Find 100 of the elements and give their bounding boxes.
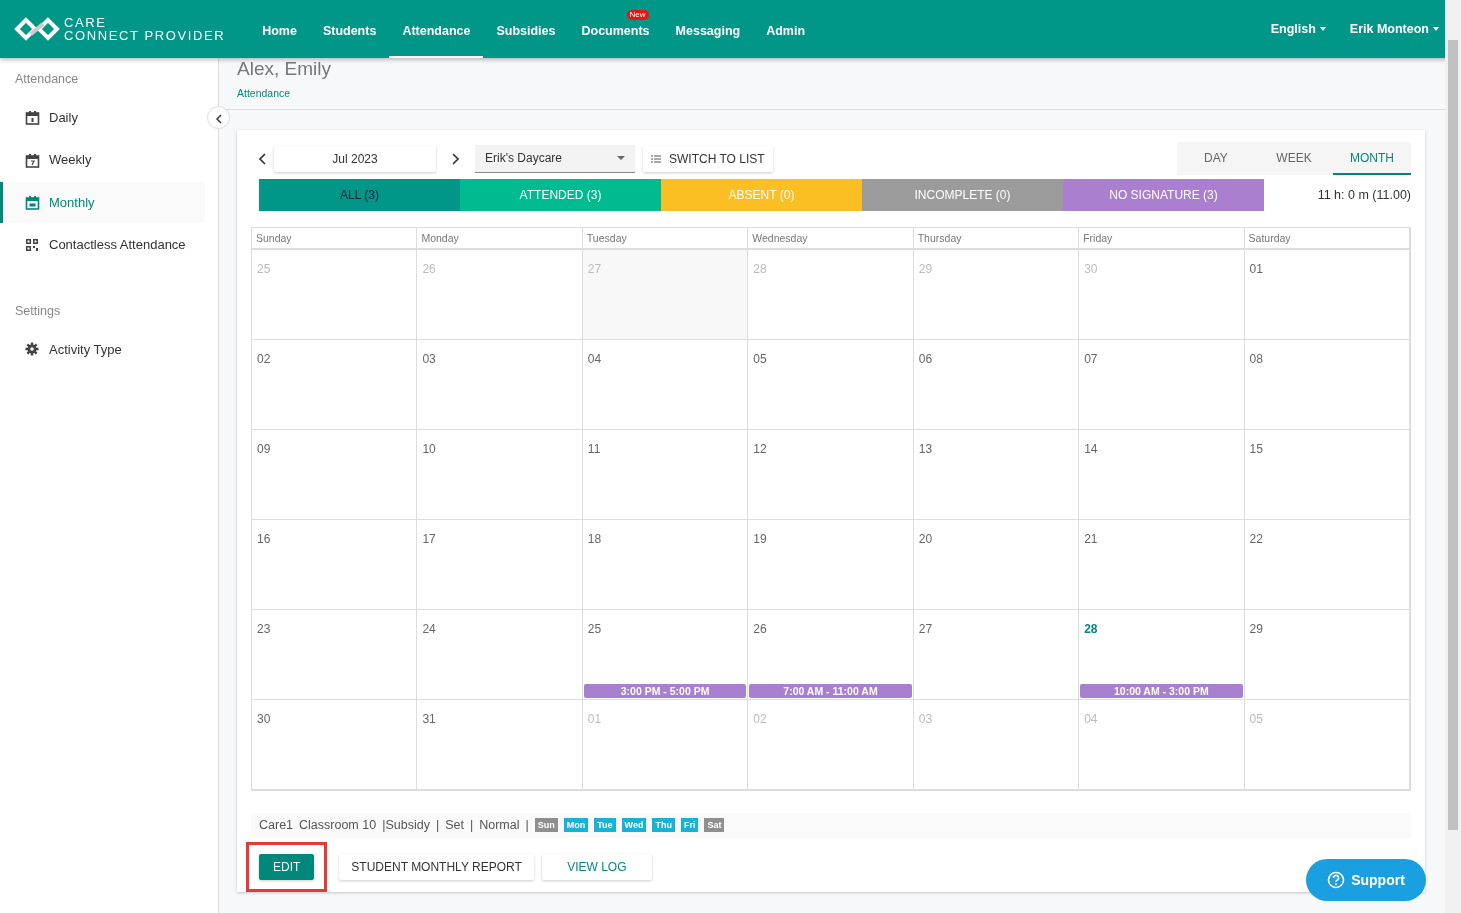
help-icon xyxy=(1327,871,1346,889)
chevron-right-icon xyxy=(452,153,459,166)
status-filter[interactable]: ATTENDED (3) xyxy=(460,179,661,211)
weekday-chip: Sun xyxy=(534,818,558,833)
day-number: 25 xyxy=(587,622,602,636)
day-number: 10 xyxy=(422,442,436,456)
day-number: 02 xyxy=(257,352,271,366)
nav-link[interactable]: Subsidies xyxy=(483,22,569,58)
day-number: 18 xyxy=(587,532,602,546)
day-number: 29 xyxy=(1249,622,1263,636)
day-number: 16 xyxy=(257,532,271,546)
chevron-left-icon xyxy=(259,153,266,166)
enrollment-text: | xyxy=(525,817,529,834)
day-number: 09 xyxy=(257,442,271,456)
nav-link[interactable]: Attendance xyxy=(389,22,484,58)
section-heading: Attendance xyxy=(14,71,80,88)
day-number: 04 xyxy=(587,352,602,366)
weekday-header: Saturday xyxy=(1244,228,1410,250)
day-number: 11 xyxy=(587,442,601,456)
enrollment-text: |Subsidy xyxy=(382,817,430,834)
list-icon xyxy=(651,154,661,163)
scrollbar[interactable] xyxy=(1445,0,1461,913)
view-tab[interactable]: DAY xyxy=(1177,142,1255,175)
menu-dropdown[interactable]: English xyxy=(1270,19,1326,39)
nav-link[interactable]: Students xyxy=(309,22,390,58)
action-button[interactable]: EDIT xyxy=(259,853,315,880)
day-number: 27 xyxy=(587,262,602,276)
day-number: 05 xyxy=(753,352,767,366)
enrollment-text: Classroom 10 xyxy=(299,817,377,834)
day-number: 17 xyxy=(422,532,436,546)
calendar-icon xyxy=(25,195,40,210)
day-number: 27 xyxy=(918,622,933,636)
sidebar-item[interactable]: Contactless Attendance xyxy=(0,224,205,266)
day-number: 02 xyxy=(753,712,767,726)
attendance-event[interactable]: 3:00 PM - 5:00 PM xyxy=(583,684,747,698)
day-number: 29 xyxy=(918,262,933,276)
breadcrumb-link[interactable]: Attendance xyxy=(237,87,291,99)
weekday-chip: Tue xyxy=(594,818,616,833)
status-filter[interactable]: INCOMPLETE (0) xyxy=(862,179,1063,211)
status-filter[interactable]: NO SIGNATURE (3) xyxy=(1063,179,1264,211)
attendance-event[interactable]: 10:00 AM - 3:00 PM xyxy=(1080,684,1243,698)
day-number: 01 xyxy=(1249,262,1263,276)
day-number: 28 xyxy=(1084,622,1098,636)
day-number: 30 xyxy=(1084,262,1098,276)
day-number: 28 xyxy=(753,262,767,276)
day-number: 15 xyxy=(1249,442,1263,456)
weekday-chip: Sat xyxy=(704,818,725,833)
collapse-button[interactable] xyxy=(207,106,230,129)
day-number: 05 xyxy=(1249,712,1263,726)
day-number: 06 xyxy=(918,352,933,366)
chevron-left-icon xyxy=(215,113,222,124)
day-number: 23 xyxy=(257,622,271,636)
month-picker[interactable]: Jul 2023 xyxy=(274,145,436,172)
location-select[interactable]: Erik's Daycare xyxy=(475,144,635,173)
brand-text: CARE xyxy=(64,16,108,29)
enrollment-text: | xyxy=(469,817,474,834)
switch-to-list-button[interactable]: SWITCH TO LIST xyxy=(643,145,773,172)
calendar-icon xyxy=(25,152,40,168)
view-tab[interactable]: WEEK xyxy=(1255,142,1333,175)
weekday-chip: Fri xyxy=(680,818,699,833)
weekday-header: Thursday xyxy=(913,228,1080,250)
nav-link[interactable]: Admin xyxy=(753,22,819,58)
weekday-header: Friday xyxy=(1079,228,1245,250)
enrollment-text: | xyxy=(435,817,440,834)
weekday-chip: Thu xyxy=(652,818,675,833)
sidebar-item[interactable]: Weekly xyxy=(0,139,205,181)
day-number: 24 xyxy=(422,622,436,636)
settings-icon xyxy=(25,341,40,357)
brand-text: CONNECT PROVIDER xyxy=(64,29,226,42)
support-button[interactable]: Support xyxy=(1306,859,1426,901)
weekday-header: Wednesday xyxy=(748,228,914,250)
calendar-icon xyxy=(25,110,40,125)
day-number: 30 xyxy=(257,712,271,726)
day-number: 19 xyxy=(753,532,767,546)
nav-link[interactable]: Documents xyxy=(568,22,663,58)
weekday-chip: Wed xyxy=(621,818,647,833)
caret-icon xyxy=(617,156,625,160)
attendance-event[interactable]: 7:00 AM - 11:00 AM xyxy=(749,684,912,698)
sidebar-item[interactable]: Monthly xyxy=(0,181,205,224)
nav-link[interactable]: Messaging xyxy=(662,22,754,58)
weekday-header: Sunday xyxy=(252,228,418,250)
enrollment-text: Care1 xyxy=(259,817,294,834)
action-button[interactable]: VIEW LOG xyxy=(541,853,652,880)
action-button[interactable]: STUDENT MONTHLY REPORT xyxy=(339,853,534,880)
day-number: 31 xyxy=(422,712,436,726)
menu-dropdown[interactable]: Erik Monteon xyxy=(1349,19,1439,39)
sidebar-item[interactable]: Activity Type xyxy=(0,328,205,370)
logo-icon xyxy=(14,17,60,41)
day-number: 26 xyxy=(753,622,767,636)
page-title: Alex, Emily xyxy=(237,58,332,80)
status-filter[interactable]: ALL (3) xyxy=(259,179,460,211)
weekday-header: Monday xyxy=(417,228,583,250)
view-tab[interactable]: MONTH xyxy=(1333,142,1411,175)
sidebar-item[interactable]: Daily xyxy=(0,96,205,139)
day-number: 03 xyxy=(918,712,933,726)
scrollbar-thumb[interactable] xyxy=(1448,40,1458,830)
day-number: 03 xyxy=(422,352,436,366)
nav-link[interactable]: Home xyxy=(249,22,310,58)
day-number: 01 xyxy=(587,712,602,726)
qr-code-icon xyxy=(25,237,40,253)
